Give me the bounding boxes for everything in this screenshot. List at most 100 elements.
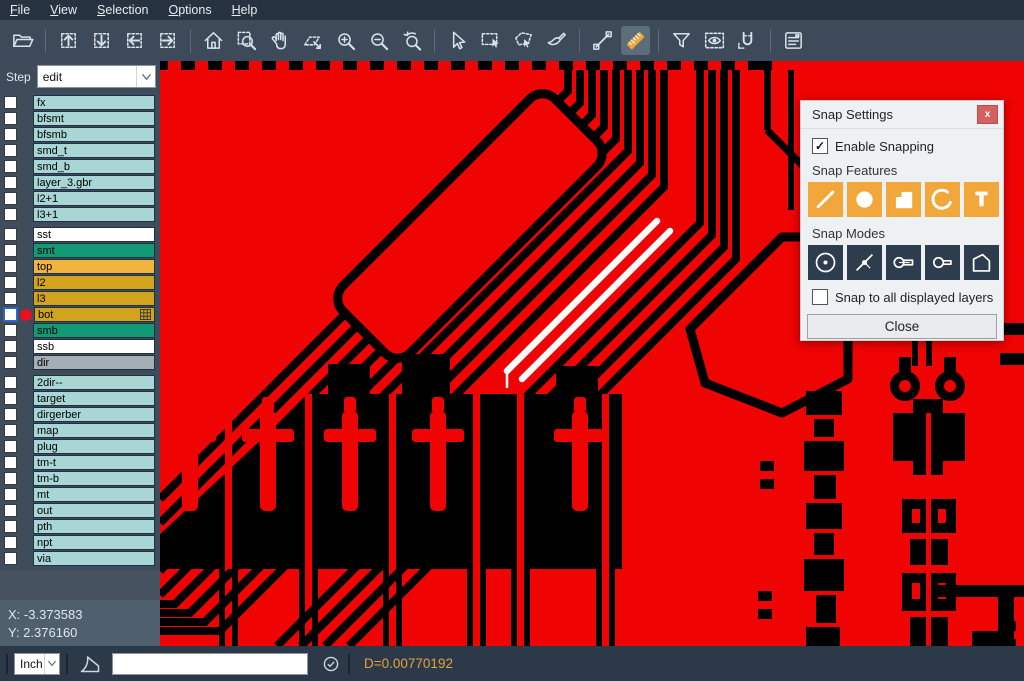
layer-checkbox[interactable] <box>4 128 17 141</box>
checkbox-box[interactable]: ✓ <box>812 138 828 154</box>
layer-label[interactable]: sst <box>33 227 155 242</box>
layer-label[interactable]: bfsmt <box>33 111 155 126</box>
layer-label[interactable]: smb <box>33 323 155 338</box>
snap-mode-center-button[interactable] <box>808 245 843 280</box>
snap-all-layers-checkbox[interactable]: Snap to all displayed layers <box>812 289 1003 305</box>
toolbar-zoom-previous-button[interactable] <box>397 26 426 55</box>
layer-checkbox[interactable] <box>4 244 17 257</box>
toolbar-select-polygon-button[interactable] <box>509 26 538 55</box>
snap-feature-line-button[interactable] <box>808 182 843 217</box>
layer-checkbox[interactable] <box>4 376 17 389</box>
measure-input[interactable] <box>112 653 308 675</box>
toolbar-zoom-out-button[interactable] <box>364 26 393 55</box>
layer-checkbox[interactable] <box>4 228 17 241</box>
layer-label[interactable]: l3+1 <box>33 207 155 222</box>
snap-mode-profile-button[interactable] <box>964 245 999 280</box>
menu-help[interactable]: Help <box>222 0 268 20</box>
layer-label[interactable]: bfsmb <box>33 127 155 142</box>
layer-checkbox[interactable] <box>4 276 17 289</box>
layer-checkbox[interactable] <box>4 96 17 109</box>
layer-checkbox[interactable] <box>4 392 17 405</box>
layer-label[interactable]: ssb <box>33 339 155 354</box>
layer-checkbox[interactable] <box>4 144 17 157</box>
toolbar-scroll-right-button[interactable] <box>153 26 182 55</box>
layer-checkbox[interactable] <box>3 307 18 322</box>
toolbar-highlight-button[interactable] <box>700 26 729 55</box>
toolbar-snap-button[interactable] <box>733 26 762 55</box>
layer-checkbox[interactable] <box>4 504 17 517</box>
toolbar-select-pointer-button[interactable] <box>443 26 472 55</box>
refresh-icon[interactable] <box>320 653 342 675</box>
unit-select[interactable]: Inch <box>14 653 60 675</box>
layer-label[interactable]: mt <box>33 487 155 502</box>
toolbar-measure-line-button[interactable] <box>588 26 617 55</box>
layer-label[interactable]: dir <box>33 355 155 370</box>
layer-checkbox[interactable] <box>4 520 17 533</box>
snap-feature-text-button[interactable]: T <box>964 182 999 217</box>
layer-label[interactable]: layer_3.gbr <box>33 175 155 190</box>
toolbar-zoom-object-button[interactable] <box>298 26 327 55</box>
layer-label[interactable]: bot <box>34 307 155 322</box>
layer-checkbox[interactable] <box>4 192 17 205</box>
layer-label[interactable]: tm-b <box>33 471 155 486</box>
layer-label[interactable]: fx <box>33 95 155 110</box>
layer-label[interactable]: target <box>33 391 155 406</box>
layer-checkbox[interactable] <box>4 440 17 453</box>
layer-checkbox[interactable] <box>4 536 17 549</box>
toolbar-scroll-left-button[interactable] <box>120 26 149 55</box>
toolbar-zoom-fit-button[interactable] <box>232 26 261 55</box>
layer-checkbox[interactable] <box>4 176 17 189</box>
layer-checkbox[interactable] <box>4 552 17 565</box>
layer-label[interactable]: l3 <box>33 291 155 306</box>
toolbar-scroll-down-button[interactable] <box>87 26 116 55</box>
menu-selection[interactable]: Selection <box>87 0 158 20</box>
layer-checkbox[interactable] <box>4 408 17 421</box>
menu-file[interactable]: File <box>0 0 40 20</box>
layer-label[interactable]: pth <box>33 519 155 534</box>
toolbar-scroll-up-button[interactable] <box>54 26 83 55</box>
layer-label[interactable]: plug <box>33 439 155 454</box>
layer-label[interactable]: smt <box>33 243 155 258</box>
toolbar-report-button[interactable] <box>779 26 808 55</box>
toolbar-cleanup-button[interactable] <box>542 26 571 55</box>
snap-mode-entry-exit-button[interactable] <box>886 245 921 280</box>
layer-label[interactable]: top <box>33 259 155 274</box>
snap-feature-pad-button[interactable] <box>847 182 882 217</box>
dialog-title-bar[interactable]: Snap Settings x <box>801 101 1003 129</box>
layer-checkbox[interactable] <box>4 456 17 469</box>
toolbar-ruler-button[interactable] <box>621 26 650 55</box>
snap-feature-arc-button[interactable] <box>925 182 960 217</box>
layer-checkbox[interactable] <box>4 260 17 273</box>
angle-mode-icon[interactable] <box>78 652 102 676</box>
dialog-close-icon[interactable]: x <box>977 105 998 124</box>
layer-checkbox[interactable] <box>4 472 17 485</box>
snap-mode-pad-entry-button[interactable] <box>925 245 960 280</box>
menu-view[interactable]: View <box>40 0 87 20</box>
toolbar-select-rectangle-button[interactable] <box>476 26 505 55</box>
layer-label[interactable]: map <box>33 423 155 438</box>
layer-checkbox[interactable] <box>4 292 17 305</box>
toolbar-home-button[interactable] <box>199 26 228 55</box>
layer-checkbox[interactable] <box>4 112 17 125</box>
close-button[interactable]: Close <box>807 314 997 339</box>
layer-label[interactable]: 2dir-- <box>33 375 155 390</box>
layer-label[interactable]: via <box>33 551 155 566</box>
menu-options[interactable]: Options <box>158 0 221 20</box>
layer-label[interactable]: l2 <box>33 275 155 290</box>
layer-label[interactable]: out <box>33 503 155 518</box>
layer-label[interactable]: smd_b <box>33 159 155 174</box>
enable-snapping-checkbox[interactable]: ✓ Enable Snapping <box>812 138 1003 154</box>
layer-label[interactable]: l2+1 <box>33 191 155 206</box>
layer-checkbox[interactable] <box>4 340 17 353</box>
layer-label[interactable]: tm-t <box>33 455 155 470</box>
layer-checkbox[interactable] <box>4 160 17 173</box>
layer-checkbox[interactable] <box>4 324 17 337</box>
layer-label[interactable]: npt <box>33 535 155 550</box>
layer-checkbox[interactable] <box>4 356 17 369</box>
toolbar-filter-button[interactable] <box>667 26 696 55</box>
toolbar-open-button[interactable] <box>8 26 37 55</box>
snap-feature-surface-button[interactable] <box>886 182 921 217</box>
layer-checkbox[interactable] <box>4 488 17 501</box>
layer-label[interactable]: dirgerber <box>33 407 155 422</box>
layer-checkbox[interactable] <box>4 424 17 437</box>
